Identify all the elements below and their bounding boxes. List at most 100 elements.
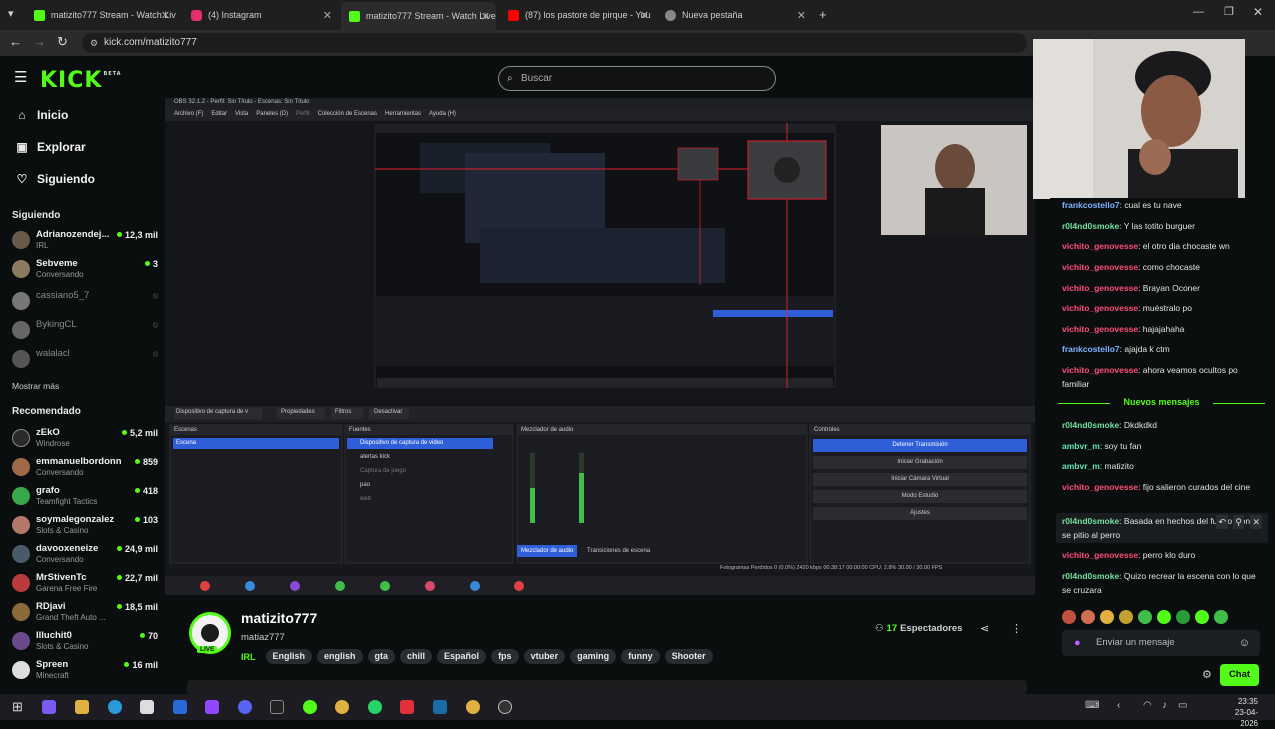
file-explorer-icon[interactable] <box>75 700 89 714</box>
maximize-icon[interactable]: ❐ <box>1224 5 1234 18</box>
app-icon[interactable] <box>400 700 414 714</box>
whatsapp-icon[interactable] <box>368 700 382 714</box>
chat-input[interactable]: ● Enviar un mensaje ☺ <box>1062 630 1260 656</box>
recommended-channel[interactable]: zEkO Windrose 5,2 mil <box>12 426 160 452</box>
tag[interactable]: Shooter <box>664 649 713 664</box>
chat-username[interactable]: vichito_genovesse <box>1062 482 1138 492</box>
share-icon[interactable]: ⋖ <box>980 622 989 635</box>
chat-username[interactable]: vichito_genovesse <box>1062 365 1138 375</box>
chat-username[interactable]: frankcostello7 <box>1062 344 1120 354</box>
emote-icon[interactable] <box>1062 610 1076 624</box>
minimize-icon[interactable]: — <box>1193 6 1204 18</box>
kick-logo[interactable]: KICKBETA <box>40 68 122 93</box>
chrome-taskbar-icon[interactable] <box>335 700 349 714</box>
tag[interactable]: english <box>317 649 363 664</box>
more-options-icon[interactable]: ⋮ <box>1011 622 1022 635</box>
browser-tab[interactable]: (87) los pastore de pirque - You ✕ <box>500 4 655 26</box>
tag[interactable]: vtuber <box>523 649 566 664</box>
recommended-channel[interactable]: Illuchit0 Slots & Casino 70 <box>12 629 160 655</box>
chrome-active-icon[interactable] <box>466 700 480 714</box>
following-channel-offline[interactable]: walalacl ⦸ <box>12 347 160 373</box>
volume-icon[interactable]: ♪ <box>1162 700 1167 711</box>
chat-username[interactable]: vichito_genovesse <box>1062 241 1138 251</box>
browser-tab[interactable]: Nueva pestaña ✕ <box>657 4 812 26</box>
emote-icon[interactable] <box>1138 610 1152 624</box>
obs-icon[interactable] <box>498 700 512 714</box>
following-channel-offline[interactable]: BykingCL ⦸ <box>12 318 160 344</box>
new-tab-icon[interactable]: + <box>819 7 827 22</box>
following-channel-offline[interactable]: cassiano5_7 ⦸ <box>12 289 160 315</box>
menu-icon[interactable]: ☰ <box>14 68 27 86</box>
emote-icon[interactable] <box>1157 610 1171 624</box>
microphone-icon[interactable]: ● <box>1074 630 1081 656</box>
chat-username[interactable]: ambvr_m <box>1062 461 1100 471</box>
tag[interactable]: gta <box>367 649 396 664</box>
emote-icon[interactable] <box>1100 610 1114 624</box>
following-channel[interactable]: Sebveme Conversando 3 <box>12 257 160 283</box>
chat-username[interactable]: r0l4nd0smoke <box>1062 571 1119 581</box>
emote-icon[interactable] <box>1119 610 1133 624</box>
close-icon[interactable]: ✕ <box>640 9 649 22</box>
video-player[interactable]: OBS 32.1.2 - Perfil: Sin Título - Escena… <box>165 98 1035 595</box>
tray-chevron-icon[interactable]: ‹ <box>1117 700 1120 711</box>
following-channel[interactable]: Adrianozendej... IRL 12,3 mil <box>12 228 160 254</box>
chat-send-button[interactable]: Chat <box>1220 664 1259 686</box>
emote-icon[interactable] <box>1195 610 1209 624</box>
emote-icon[interactable] <box>1176 610 1190 624</box>
chat-username[interactable]: vichito_genovesse <box>1062 550 1138 560</box>
settings-gear-icon[interactable]: ⚙ <box>1202 668 1212 681</box>
tag[interactable]: English <box>265 649 313 664</box>
sidebar-item-explorar[interactable]: ▣ Explorar <box>16 140 85 154</box>
tag[interactable]: chill <box>400 649 433 664</box>
keyboard-icon[interactable]: ⌨ <box>1085 700 1099 711</box>
battery-icon[interactable]: ▭ <box>1178 700 1187 711</box>
delete-icon[interactable]: ✕ <box>1250 515 1262 529</box>
emote-icon[interactable] <box>1214 610 1228 624</box>
chat-username[interactable]: ambvr_m <box>1062 441 1100 451</box>
url-field[interactable]: ⚙ kick.com/matizito777 <box>82 33 1027 53</box>
recommended-channel[interactable]: emmanuelbordonn Conversando 859 <box>12 455 160 481</box>
show-more-link[interactable]: Mostrar más <box>12 381 59 391</box>
chat-username[interactable]: vichito_genovesse <box>1062 303 1138 313</box>
streamer-name[interactable]: matizito777 <box>241 610 317 626</box>
sidebar-item-inicio[interactable]: ⌂ Inicio <box>16 108 68 122</box>
discord-icon[interactable] <box>238 700 252 714</box>
recommended-channel[interactable]: grafo Teamfight Tactics 418 <box>12 484 160 510</box>
browser-tab-active[interactable]: matizito777 Stream - Watch Live ✕ <box>341 2 496 30</box>
chat-username[interactable]: r0l4nd0smoke <box>1062 221 1119 231</box>
tag[interactable]: gaming <box>570 649 617 664</box>
forward-icon[interactable]: → <box>33 34 46 49</box>
store-icon[interactable] <box>140 700 154 714</box>
browser-tab[interactable]: matizito777 Stream - Watch Live ✕ <box>26 4 176 26</box>
tag[interactable]: Español <box>437 649 487 664</box>
copilot-icon[interactable] <box>42 700 56 714</box>
clock[interactable]: 23:35 23-04-2026 <box>1224 696 1258 729</box>
emoji-icon[interactable]: ☺ <box>1239 630 1250 656</box>
chat-username[interactable]: vichito_genovesse <box>1062 283 1138 293</box>
close-icon[interactable]: ✕ <box>797 9 806 22</box>
emote-icon[interactable] <box>1081 610 1095 624</box>
recommended-channel[interactable]: soymalegonzalez Slots & Casino 103 <box>12 513 160 539</box>
chat-username[interactable]: r0l4nd0smoke <box>1062 420 1119 430</box>
recommended-channel[interactable]: RDjavi Grand Theft Auto ... 18,5 mil <box>12 600 160 626</box>
new-messages-divider[interactable]: Nuevos mensajes <box>1058 397 1265 407</box>
outlook-icon[interactable] <box>173 700 187 714</box>
chat-username[interactable]: vichito_genovesse <box>1062 262 1138 272</box>
wifi-icon[interactable]: ◠ <box>1143 700 1152 711</box>
reload-icon[interactable]: ↻ <box>57 34 68 50</box>
recommended-channel[interactable]: MrStivenTc Garena Free Fire 22,7 mil <box>12 571 160 597</box>
tab-search-icon[interactable]: ▾ <box>8 7 14 20</box>
search-input[interactable]: ⌕ Buscar <box>498 66 776 91</box>
sidebar-item-siguiendo[interactable]: ♡ Siguiendo <box>16 172 95 186</box>
close-icon[interactable]: ✕ <box>161 9 170 22</box>
pin-icon[interactable]: ⚲ <box>1233 515 1244 529</box>
twitch-icon[interactable] <box>205 700 219 714</box>
steam-icon[interactable] <box>433 700 447 714</box>
category-link[interactable]: IRL <box>241 652 256 662</box>
tag[interactable]: funny <box>621 649 660 664</box>
reply-icon[interactable]: ↶ <box>1216 515 1228 529</box>
close-icon[interactable]: ✕ <box>323 9 332 22</box>
tag[interactable]: fps <box>491 649 519 664</box>
close-window-icon[interactable]: ✕ <box>1253 5 1263 19</box>
windows-start-icon[interactable]: ⊞ <box>12 699 23 715</box>
